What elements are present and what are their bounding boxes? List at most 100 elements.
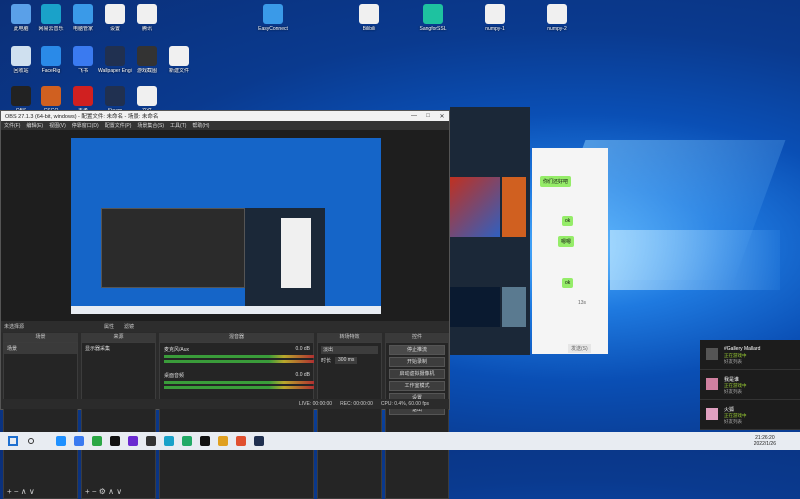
- menu-edit[interactable]: 编辑(E): [26, 122, 43, 129]
- chat-message-3: 嗯嗯: [558, 236, 575, 247]
- desktop-icon[interactable]: 腾讯: [130, 4, 164, 32]
- transition-select[interactable]: 淡出: [321, 346, 378, 354]
- desktop-icon[interactable]: EasyConnect: [256, 4, 290, 32]
- app-icon: [73, 4, 93, 24]
- obs-preview[interactable]: [1, 130, 449, 326]
- menu-file[interactable]: 文件(F): [4, 122, 20, 129]
- steam-notification-3[interactable]: 火狐 正在游戏中 好友列表: [700, 400, 800, 430]
- scene-list-item[interactable]: 场景: [4, 343, 77, 354]
- taskbar-app-icon[interactable]: [254, 436, 264, 446]
- app-icon: [11, 4, 31, 24]
- wallpaper-engine-tile[interactable]: [450, 177, 500, 237]
- clock[interactable]: 21:26:20 2022/1/26: [754, 435, 776, 447]
- desktop-icon-label: 腾讯: [141, 26, 152, 32]
- taskbar-app-icon[interactable]: [128, 436, 138, 446]
- desktop-icon[interactable]: 网易云音乐: [34, 4, 68, 32]
- studio-mode-button[interactable]: 工作室模式: [389, 381, 445, 391]
- obs-window[interactable]: OBS 27.1.3 (64-bit, windows) - 配置文件: 未命名…: [0, 110, 450, 499]
- duration-input[interactable]: 300 ms: [335, 357, 358, 364]
- mixer-panel[interactable]: 麦克风/Aux 0.0 dB 桌面音频 0.0 dB: [159, 342, 314, 499]
- taskbar-app-icon[interactable]: [182, 436, 192, 446]
- desktop-icon[interactable]: numpy-2: [540, 4, 574, 32]
- mixer-meter-1: [164, 355, 314, 358]
- mixer-track-2: 桌面音频 0.0 dB: [164, 372, 310, 379]
- stop-stream-button[interactable]: 停止推流: [389, 345, 445, 355]
- game-tile-2[interactable]: [502, 287, 526, 327]
- desktop-icon-label: numpy-1: [485, 26, 505, 32]
- desktop-icon-label: 飞书: [77, 68, 88, 74]
- desktop-icon[interactable]: 设置: [98, 4, 132, 32]
- taskbar-app-icon[interactable]: [164, 436, 174, 446]
- mixer-meter-2: [164, 381, 314, 384]
- desktop-icon[interactable]: 新建文件: [162, 46, 196, 74]
- desktop-icon[interactable]: 回收站: [4, 46, 38, 74]
- maximize-button[interactable]: □: [421, 113, 435, 120]
- chat-window[interactable]: 你们还好吧 ok 嗯嗯 ok 13s 发送(S): [532, 148, 608, 354]
- app-icon: [11, 46, 31, 66]
- close-button[interactable]: ✕: [435, 113, 449, 120]
- sources-panel[interactable]: 显示器采集 + − ⚙ ∧ ∨: [81, 342, 156, 499]
- steam-window[interactable]: [450, 107, 530, 355]
- add-source-button[interactable]: + − ⚙ ∧ ∨: [85, 487, 122, 496]
- desktop-icon-label: SangforSSL: [419, 26, 447, 32]
- mixer-fader-1[interactable]: [164, 360, 314, 363]
- mixer-fader-2[interactable]: [164, 386, 314, 389]
- desktop-icon[interactable]: 电脑管家: [66, 4, 100, 32]
- menu-scenes[interactable]: 场景集合(S): [137, 122, 164, 129]
- taskbar-app-icon[interactable]: [110, 436, 120, 446]
- menu-view[interactable]: 视图(V): [49, 122, 66, 129]
- app-icon: [423, 4, 443, 24]
- desktop-icon[interactable]: Bilibili: [352, 4, 386, 32]
- taskbar-app-icon[interactable]: [56, 436, 66, 446]
- desktop-icon[interactable]: Wallpaper Engine: [98, 46, 132, 74]
- menu-profile[interactable]: 配置文件(P): [105, 122, 132, 129]
- minimize-button[interactable]: —: [407, 113, 421, 120]
- desktop-icon[interactable]: 飞书: [66, 46, 100, 74]
- transitions-panel[interactable]: 淡出 时长 300 ms: [317, 342, 382, 499]
- app-icon: [105, 86, 125, 106]
- desktop-icon-label: Bilibili: [362, 26, 376, 32]
- desktop-icon[interactable]: 此电脑: [4, 4, 38, 32]
- desktop-icon-label: numpy-2: [547, 26, 567, 32]
- steam-notification-1[interactable]: #Gallery Mallard 正在游戏中 好友列表: [700, 340, 800, 370]
- desktop-icon[interactable]: 游戏截图: [130, 46, 164, 74]
- desktop-icon-label: EasyConnect: [258, 26, 288, 32]
- desktop-icon-label: 新建文件: [168, 68, 189, 74]
- taskbar-app-icon[interactable]: [236, 436, 246, 446]
- search-icon[interactable]: [28, 438, 34, 444]
- taskbar-app-icon[interactable]: [146, 436, 156, 446]
- taskbar-app-icon[interactable]: [74, 436, 84, 446]
- filters-button[interactable]: 滤镜: [124, 323, 134, 330]
- start-button[interactable]: [8, 436, 18, 446]
- obs-statusbar: LIVE: 00:00:00 REC: 00:00:00 CPU: 0.4%, …: [1, 399, 449, 409]
- properties-button[interactable]: 属性: [104, 323, 114, 330]
- desktop-icon[interactable]: numpy-1: [478, 4, 512, 32]
- steam-notification-2[interactable]: 我是谁 正在游戏中 好友列表: [700, 370, 800, 400]
- send-button[interactable]: 发送(S): [568, 344, 591, 353]
- start-record-button[interactable]: 开始录制: [389, 357, 445, 367]
- taskbar-app-icon[interactable]: [200, 436, 210, 446]
- app-icon: [547, 4, 567, 24]
- deployment-tile[interactable]: [450, 287, 500, 327]
- menu-dock[interactable]: 停靠窗口(D): [72, 122, 99, 129]
- scenes-panel[interactable]: 场景 + − ∧ ∨: [3, 342, 78, 499]
- desktop-icon-label: 网易云音乐: [38, 26, 64, 32]
- app-icon: [485, 4, 505, 24]
- game-tile[interactable]: [502, 177, 526, 237]
- live-time: LIVE: 00:00:00: [299, 401, 333, 407]
- virtual-camera-button[interactable]: 启动虚拟摄像机: [389, 369, 445, 379]
- transitions-header: 转场特效: [317, 333, 382, 342]
- taskbar: 21:26:20 2022/1/26: [0, 432, 800, 450]
- desktop-icon[interactable]: FaceRig: [34, 46, 68, 74]
- no-source-label: 未选择源: [4, 324, 25, 330]
- sources-header: 来源: [81, 333, 156, 342]
- source-list-item[interactable]: 显示器采集: [82, 343, 155, 354]
- avatar: [706, 378, 718, 390]
- menu-help[interactable]: 帮助(H): [192, 122, 209, 129]
- desktop-icon[interactable]: SangforSSL: [416, 4, 450, 32]
- taskbar-app-icon[interactable]: [92, 436, 102, 446]
- add-scene-button[interactable]: + − ∧ ∨: [7, 487, 35, 496]
- app-icon: [137, 46, 157, 66]
- taskbar-app-icon[interactable]: [218, 436, 228, 446]
- menu-tools[interactable]: 工具(T): [170, 122, 186, 129]
